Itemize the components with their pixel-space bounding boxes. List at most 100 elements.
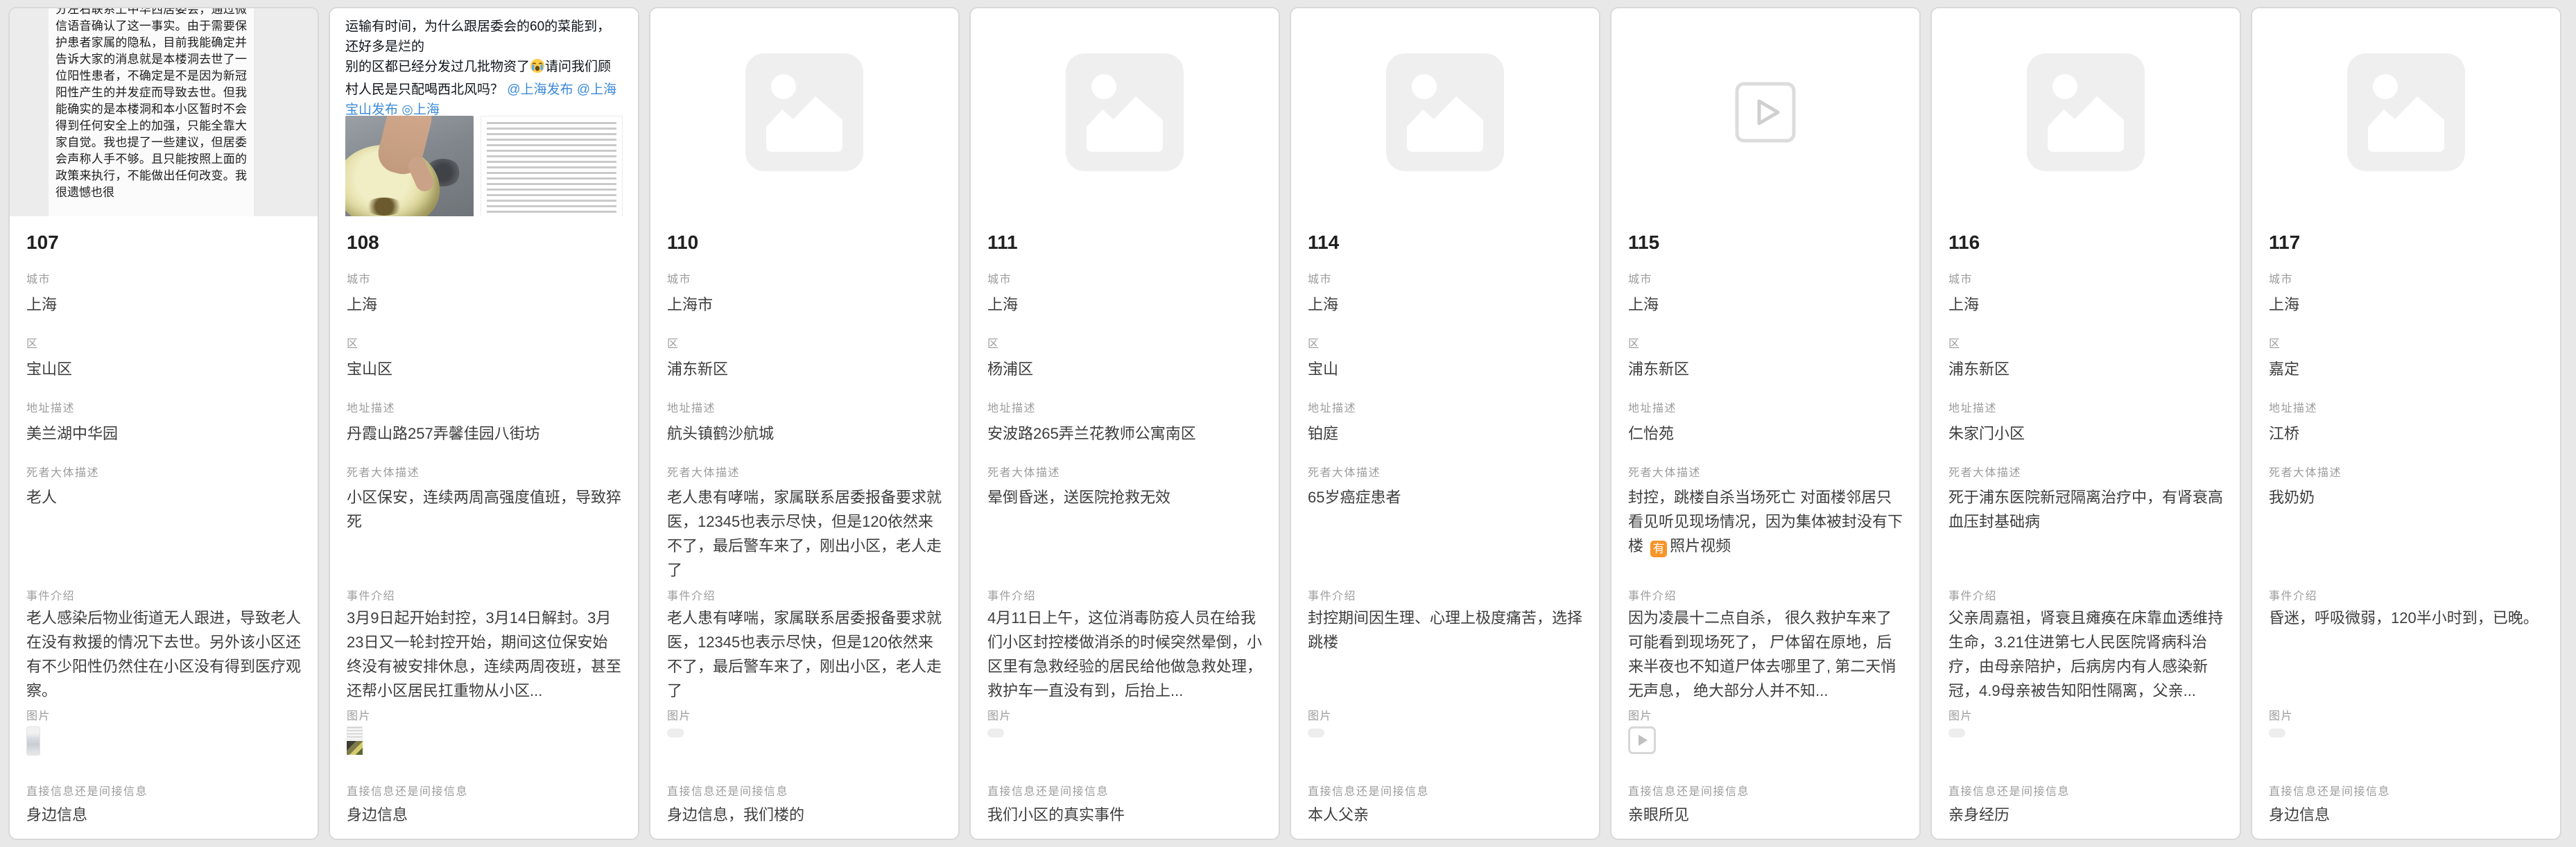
notice-text: 分左右联系上中华西居委会，通过微信语音确认了这一事实。由于需要保护患者家属的隐私… bbox=[55, 8, 247, 201]
tweet-screenshot: 运输有时间，为什么跟居委会的60的菜能到，还好多是烂的 别的区都已经分发过几批物… bbox=[330, 8, 638, 216]
field-value-deceased: 65岁癌症患者 bbox=[1308, 485, 1582, 509]
field-value-deceased: 晕倒昏迷，送医院抢救无效 bbox=[987, 485, 1262, 509]
loudly-crying-face-emoji bbox=[530, 58, 545, 80]
empty-attachment-placeholder bbox=[667, 728, 684, 737]
field-value-direct-or-indirect: 身边信息 bbox=[26, 803, 301, 827]
field-label-address: 地址描述 bbox=[1948, 399, 2223, 415]
location-link[interactable]: ◎上海 bbox=[401, 103, 440, 117]
field-label-deceased: 死者大体描述 bbox=[1628, 463, 1903, 480]
card-cover-media: 分左右联系上中华西居委会，通过微信语音确认了这一事实。由于需要保护患者家属的隐私… bbox=[10, 8, 318, 216]
field-label-deceased: 死者大体描述 bbox=[2269, 463, 2543, 480]
attachment-thumbnails bbox=[2269, 726, 2285, 762]
field-label-district: 区 bbox=[2269, 334, 2543, 351]
field-value-direct-or-indirect: 身边信息，我们楼的 bbox=[667, 803, 942, 827]
card-cover-media bbox=[650, 8, 958, 216]
field-value-district: 杨浦区 bbox=[987, 357, 1262, 381]
field-label-district: 区 bbox=[26, 334, 301, 351]
image-placeholder-icon bbox=[745, 53, 863, 171]
card-cover-media bbox=[1291, 8, 1599, 216]
attachment-thumbnails bbox=[1948, 726, 1965, 762]
mention-link[interactable]: @上海发布 bbox=[507, 82, 573, 97]
dense-text-thumbnail bbox=[481, 116, 623, 216]
field-label-deceased: 死者大体描述 bbox=[26, 463, 301, 480]
field-label-event: 事件介绍 bbox=[1948, 586, 2223, 603]
record-number: 116 bbox=[1948, 230, 1980, 255]
rotten-cabbage-photo bbox=[345, 116, 474, 216]
attachment-thumbnails bbox=[667, 726, 684, 762]
field-label-address: 地址描述 bbox=[1628, 399, 1903, 415]
field-label-city: 城市 bbox=[1628, 270, 1903, 286]
record-number: 111 bbox=[987, 230, 1018, 255]
card-cover-media bbox=[1611, 8, 1919, 216]
field-value-district: 嘉定 bbox=[2269, 357, 2543, 381]
attachment-thumbnails bbox=[26, 726, 40, 762]
field-value-district: 宝山区 bbox=[26, 357, 301, 381]
field-value-deceased: 我奶奶 bbox=[2269, 485, 2543, 509]
record-number: 117 bbox=[2269, 230, 2300, 255]
record-card[interactable]: 分左右联系上中华西居委会，通过微信语音确认了这一事实。由于需要保护患者家属的隐私… bbox=[8, 7, 319, 840]
field-value-event: 父亲周嘉祖，肾衰且瘫痪在床靠血透维持生命，3.21住进第七人民医院肾病科治疗，由… bbox=[1948, 606, 2223, 703]
field-value-address: 航头镇鹤沙航城 bbox=[667, 421, 942, 446]
record-number: 114 bbox=[1308, 230, 1339, 255]
field-label-city: 城市 bbox=[987, 270, 1262, 286]
record-card[interactable]: 110 城市 上海市 区 浦东新区 地址描述 航头镇鹤沙航城 死者大体描述 老人… bbox=[649, 7, 960, 840]
image-placeholder-icon bbox=[1066, 53, 1184, 171]
field-label-district: 区 bbox=[1628, 334, 1903, 351]
field-label-image: 图片 bbox=[347, 706, 621, 723]
record-card[interactable]: 114 城市 上海 区 宝山 地址描述 铂庭 死者大体描述 65岁癌症患者 事件… bbox=[1290, 7, 1600, 840]
field-label-event: 事件介绍 bbox=[1308, 586, 1582, 603]
field-value-address: 美兰湖中华园 bbox=[26, 421, 301, 446]
field-value-direct-or-indirect: 亲眼所见 bbox=[1628, 803, 1903, 827]
record-card[interactable]: 116 城市 上海 区 浦东新区 地址描述 朱家门小区 死者大体描述 死于浦东医… bbox=[1930, 7, 2241, 840]
field-label-image: 图片 bbox=[667, 706, 942, 723]
field-value-deceased: 老人患有哮喘，家属联系居委报备要求就医，12345也表示尽快，但是120依然来不… bbox=[667, 485, 942, 582]
field-label-event: 事件介绍 bbox=[347, 586, 621, 603]
video-play-icon bbox=[1734, 81, 1797, 143]
field-value-direct-or-indirect: 本人父亲 bbox=[1308, 803, 1582, 827]
field-value-direct-or-indirect: 身边信息 bbox=[2269, 803, 2543, 827]
field-label-city: 城市 bbox=[26, 270, 301, 286]
field-label-event: 事件介绍 bbox=[667, 586, 942, 603]
field-label-direct-or-indirect: 直接信息还是间接信息 bbox=[2269, 782, 2543, 798]
field-value-address: 仁怡苑 bbox=[1628, 421, 1903, 446]
field-value-district: 浦东新区 bbox=[1948, 357, 2223, 381]
field-label-deceased: 死者大体描述 bbox=[987, 463, 1262, 480]
attachment-thumbnails bbox=[347, 726, 363, 762]
has-photo-video-badge: 有 bbox=[1650, 541, 1667, 557]
field-label-address: 地址描述 bbox=[26, 399, 301, 415]
field-label-address: 地址描述 bbox=[1308, 399, 1582, 415]
field-value-event: 因为凌晨十二点自杀， 很久救护车来了可能看到现场死了， 尸体留在原地，后来半夜也… bbox=[1628, 606, 1903, 703]
field-value-event: 昏迷，呼吸微弱，120半小时到，已晚。 bbox=[2269, 606, 2543, 630]
field-label-address: 地址描述 bbox=[347, 399, 621, 415]
field-label-image: 图片 bbox=[1308, 706, 1582, 723]
photo-attachment-thumbnail[interactable] bbox=[26, 726, 40, 756]
record-card[interactable]: 115 城市 上海 区 浦东新区 地址描述 仁怡苑 死者大体描述 封控，跳楼自杀… bbox=[1610, 7, 1921, 840]
field-label-district: 区 bbox=[667, 334, 942, 351]
field-value-event: 3月9日起开始封控，3月14日解封。3月23日又一轮封控开始，期间这位保安始终没… bbox=[347, 606, 621, 703]
record-card[interactable]: 111 城市 上海 区 杨浦区 地址描述 安波路265弄兰花教师公寓南区 死者大… bbox=[969, 7, 1280, 840]
field-value-deceased: 小区保安，连续两周高强度值班，导致猝死 bbox=[347, 485, 621, 534]
field-value-address: 江桥 bbox=[2269, 421, 2543, 446]
field-label-event: 事件介绍 bbox=[2269, 586, 2543, 603]
field-label-direct-or-indirect: 直接信息还是间接信息 bbox=[26, 782, 301, 798]
field-value-city: 上海市 bbox=[667, 292, 942, 317]
field-value-event: 老人患有哮喘，家属联系居委报备要求就医，12345也表示尽快，但是120依然来不… bbox=[667, 606, 942, 703]
field-value-district: 浦东新区 bbox=[1628, 357, 1903, 381]
video-attachment-thumbnail[interactable] bbox=[1628, 726, 1656, 754]
field-label-direct-or-indirect: 直接信息还是间接信息 bbox=[347, 782, 621, 798]
field-label-city: 城市 bbox=[347, 270, 621, 286]
field-label-image: 图片 bbox=[1628, 706, 1903, 723]
field-value-city: 上海 bbox=[347, 292, 621, 317]
field-value-city: 上海 bbox=[1628, 292, 1903, 317]
record-card[interactable]: 运输有时间，为什么跟居委会的60的菜能到，还好多是烂的 别的区都已经分发过几批物… bbox=[329, 7, 639, 840]
field-label-event: 事件介绍 bbox=[1628, 586, 1903, 603]
field-label-deceased: 死者大体描述 bbox=[1308, 463, 1582, 480]
record-card[interactable]: 117 城市 上海 区 嘉定 地址描述 江桥 死者大体描述 我奶奶 事件介绍 昏… bbox=[2251, 7, 2561, 840]
field-value-city: 上海 bbox=[26, 292, 301, 317]
field-value-address: 丹霞山路257弄馨佳园八街坊 bbox=[347, 421, 621, 446]
field-label-district: 区 bbox=[347, 334, 621, 351]
field-label-deceased: 死者大体描述 bbox=[667, 463, 942, 480]
field-label-city: 城市 bbox=[667, 270, 942, 286]
photo-attachment-thumbnails[interactable] bbox=[347, 726, 363, 755]
field-label-district: 区 bbox=[987, 334, 1262, 351]
